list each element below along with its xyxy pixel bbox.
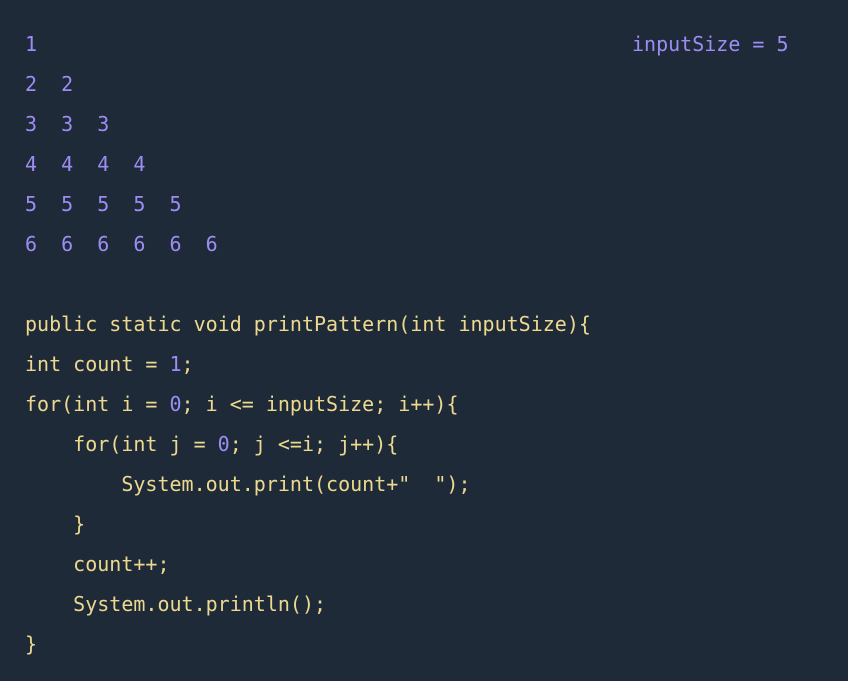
code-line-7: count++;	[25, 544, 170, 584]
code-number: 0	[169, 392, 182, 416]
code-token: ; j <=i; j++){	[229, 432, 399, 456]
code-number: 1	[169, 352, 182, 376]
code-line-6: }	[25, 504, 85, 544]
code-token: ; i <= inputSize; i++){	[181, 392, 459, 416]
code-token: System.out.print(count+" ");	[121, 472, 471, 496]
code-token: }	[73, 512, 86, 536]
output-line-3: 3 3 3	[25, 112, 110, 136]
annotation-label: inputSize =	[632, 32, 777, 56]
code-line-3: for(int i = 0; i <= inputSize; i++){	[25, 384, 459, 424]
code-token: for(int i =	[25, 392, 170, 416]
code-line-1: public static void printPattern(int inpu…	[25, 304, 591, 344]
code-token: ;	[181, 352, 194, 376]
code-token: int count =	[25, 352, 170, 376]
code-token: public static void printPattern(int inpu…	[25, 312, 591, 336]
code-token: }	[25, 632, 38, 656]
output-line-4: 4 4 4 4	[25, 152, 146, 176]
code-line-2: int count = 1;	[25, 344, 194, 384]
code-panel: 1 2 2 3 3 3 4 4 4 4 5 5 5 5 5 6 6 6 6 6 …	[0, 0, 848, 681]
code-token: System.out.println();	[73, 592, 327, 616]
code-line-4: for(int j = 0; j <=i; j++){	[25, 424, 398, 464]
annotation-value: 5	[776, 32, 789, 56]
output-line-1: 1	[25, 32, 38, 56]
code-number: 0	[217, 432, 230, 456]
input-size-annotation: inputSize = 5	[632, 24, 789, 64]
code-line-8: System.out.println();	[25, 584, 326, 624]
output-line-2: 2 2	[25, 72, 74, 96]
code-token: count++;	[73, 552, 170, 576]
output-line-5: 5 5 5 5 5	[25, 192, 182, 216]
code-token: for(int j =	[73, 432, 218, 456]
output-line-6: 6 6 6 6 6 6	[25, 232, 218, 256]
code-line-5: System.out.print(count+" ");	[25, 464, 471, 504]
code-line-9: }	[25, 624, 37, 664]
